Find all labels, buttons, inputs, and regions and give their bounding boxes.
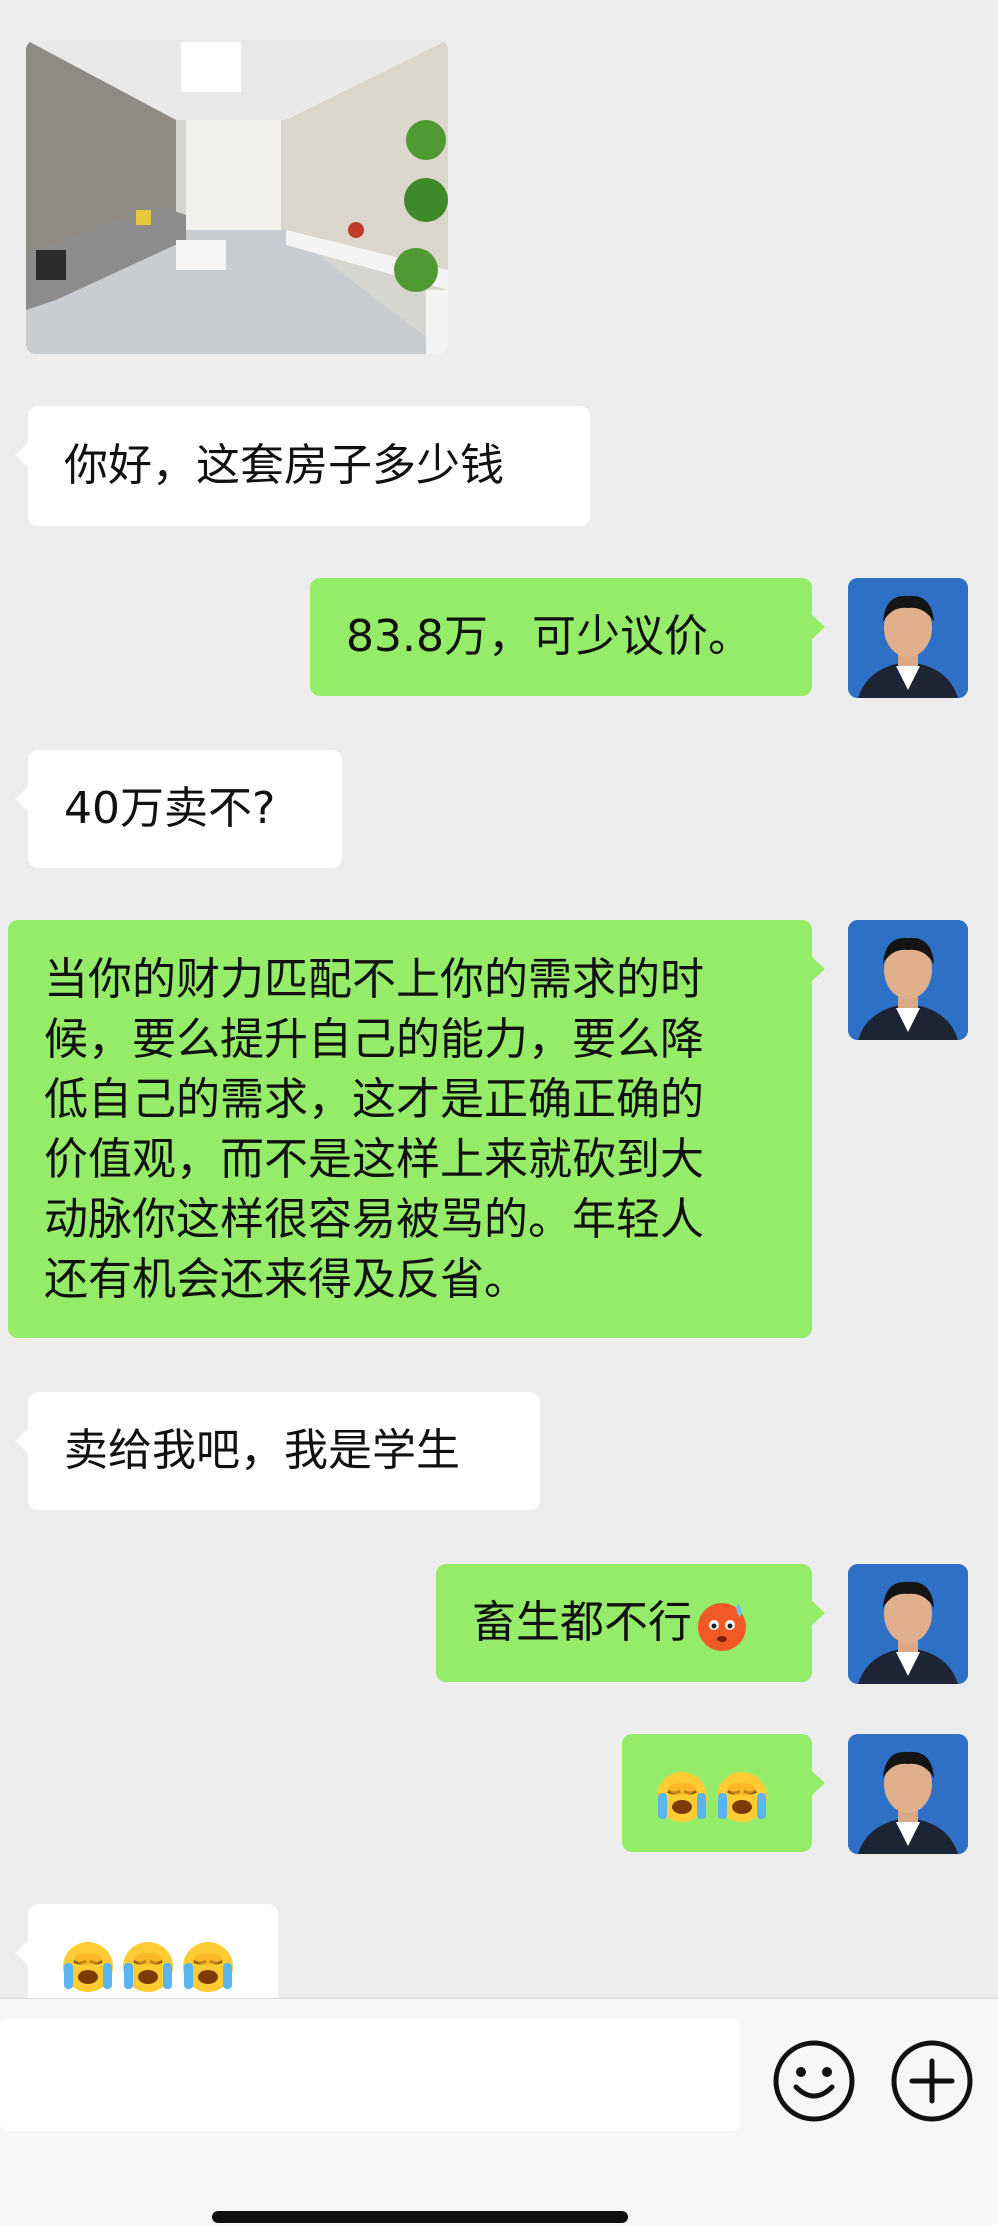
message-text: 83.8万，可少议价。 <box>346 611 752 662</box>
avatar-portrait <box>848 1564 968 1684</box>
message-text-line: 价值观，而不是这样上来就砍到大 <box>44 1134 704 1185</box>
message-text: 你好，这套房子多少钱 <box>64 440 504 491</box>
message-text-line: 当你的财力匹配不上你的需求的时 <box>44 954 704 1005</box>
more-button[interactable] <box>890 2039 974 2123</box>
hot-face-emoji <box>694 1597 750 1653</box>
message-text: 卖给我吧，我是学生 <box>64 1425 460 1476</box>
emoji-icon <box>773 2040 855 2122</box>
message-text: 畜生都不行 <box>472 1597 692 1648</box>
message-text-line: 低自己的需求，这才是正确正确的 <box>44 1074 704 1125</box>
chat-area[interactable]: 你好，这套房子多少钱 83.8万，可少议价。 40万卖不? 当你的财力匹配不上你… <box>0 0 998 1998</box>
home-indicator <box>212 2211 628 2223</box>
loudly-crying-face-emoji <box>714 1769 770 1825</box>
message-text: 40万卖不? <box>64 783 276 834</box>
loudly-crying-face-emoji <box>654 1769 710 1825</box>
my-avatar[interactable] <box>848 578 968 698</box>
my-avatar[interactable] <box>848 920 968 1040</box>
loudly-crying-face-emoji <box>120 1939 176 1995</box>
loudly-crying-face-emoji <box>180 1939 236 1995</box>
message-bubble-incoming[interactable] <box>15 1904 278 1998</box>
message-text-line: 还有机会还来得及反省。 <box>44 1254 528 1305</box>
loudly-crying-face-emoji <box>60 1939 116 1995</box>
emoji-button[interactable] <box>772 2039 856 2123</box>
message-text-line: 候，要么提升自己的能力，要么降 <box>44 1014 704 1065</box>
message-bubble-incoming[interactable]: 你好，这套房子多少钱 <box>15 406 590 526</box>
avatar-portrait <box>848 1734 968 1854</box>
my-avatar[interactable] <box>848 1564 968 1684</box>
input-bar <box>0 1998 998 2225</box>
message-bubble-outgoing[interactable]: 当你的财力匹配不上你的需求的时 候，要么提升自己的能力，要么降 低自己的需求，这… <box>8 920 825 1338</box>
room-photo-message[interactable] <box>26 40 448 354</box>
message-bubble-outgoing[interactable]: 畜生都不行 <box>436 1564 825 1682</box>
message-input[interactable] <box>0 2019 740 2131</box>
avatar-portrait <box>848 920 968 1040</box>
message-text-line: 动脉你这样很容易被骂的。年轻人 <box>44 1194 704 1245</box>
room-photo <box>26 40 448 354</box>
plus-icon <box>891 2040 973 2122</box>
message-bubble-outgoing[interactable]: 83.8万，可少议价。 <box>310 578 825 696</box>
message-bubble-incoming[interactable]: 卖给我吧，我是学生 <box>15 1392 540 1510</box>
message-bubble-outgoing[interactable] <box>622 1734 825 1852</box>
my-avatar[interactable] <box>848 1734 968 1854</box>
message-bubble-incoming[interactable]: 40万卖不? <box>15 750 342 868</box>
avatar-portrait <box>848 578 968 698</box>
